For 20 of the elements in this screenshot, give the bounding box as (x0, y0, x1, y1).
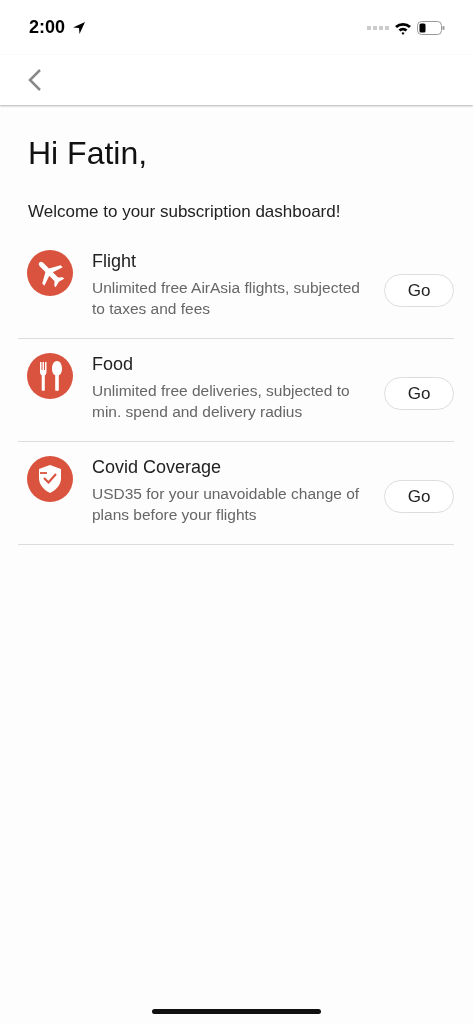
battery-icon (417, 20, 445, 35)
greeting-heading: Hi Fatin, (28, 135, 149, 172)
location-arrow-icon (72, 20, 87, 35)
welcome-text: Welcome to your subscription dashboard! (28, 202, 342, 222)
status-time: 2:00 (29, 17, 66, 38)
service-description: USD35 for your unavoidable change of plans before your flights (92, 484, 361, 525)
go-button[interactable]: Go (384, 480, 454, 513)
fork-spoon-icon (27, 353, 73, 399)
go-button[interactable]: Go (384, 377, 454, 410)
signal-icon (367, 24, 389, 31)
wifi-icon (394, 20, 412, 35)
go-button[interactable]: Go (384, 274, 454, 307)
service-title: Covid Coverage (92, 457, 223, 478)
service-description: Unlimited free AirAsia flights, subjected to taxes and fees (92, 278, 361, 319)
airplane-icon (27, 250, 73, 296)
service-title: Flight (92, 251, 137, 272)
back-icon (28, 68, 42, 92)
service-title: Food (92, 354, 135, 375)
service-description: Unlimited free deliveries, subjected to min. spend and delivery radius (92, 381, 351, 422)
shield-check-icon (27, 456, 73, 502)
